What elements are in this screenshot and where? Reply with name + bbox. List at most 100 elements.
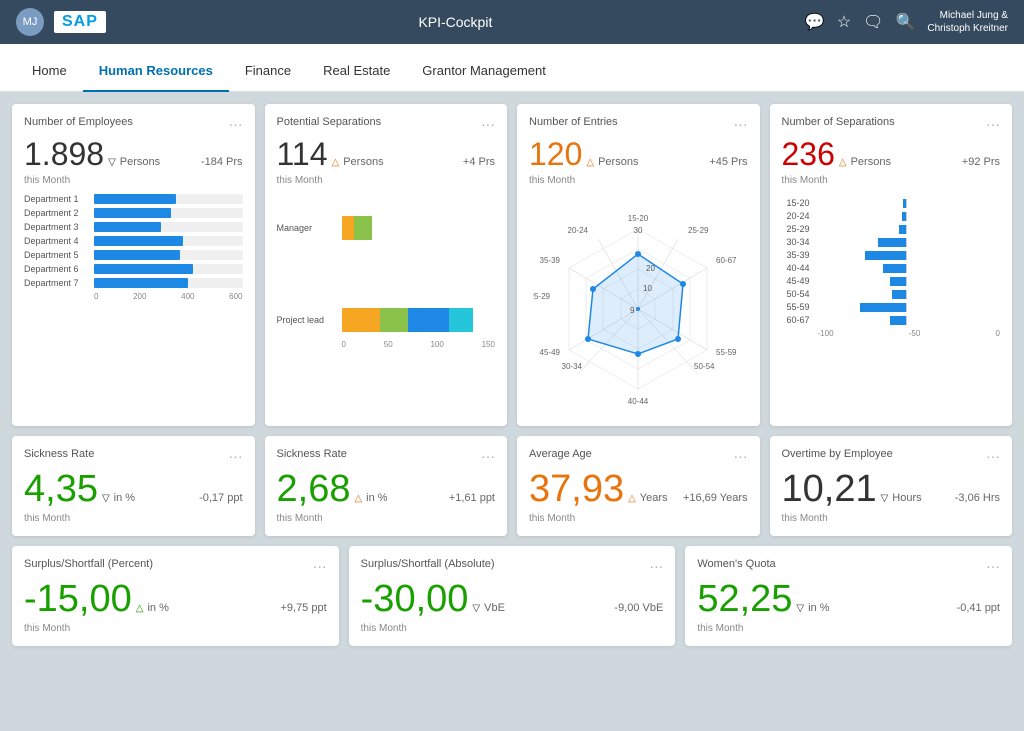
- card-title: Surplus/Shortfall (Absolute) ···: [361, 558, 664, 574]
- trend-arrow: △: [136, 603, 144, 614]
- card-options[interactable]: ···: [481, 448, 495, 464]
- header-left: MJ SAP: [16, 8, 106, 36]
- card-num-employees-title: Number of Employees ···: [24, 116, 243, 132]
- header-user: Michael Jung &Christoph Kreitner: [927, 9, 1008, 35]
- kpi-value: 37,93: [529, 468, 624, 511]
- card-pot-sep: Potential Separations ··· 114 △ Persons …: [265, 104, 508, 426]
- svg-text:20-24: 20-24: [568, 226, 589, 235]
- card-title: Average Age ···: [529, 448, 748, 464]
- dashboard: Number of Employees ··· 1.898 ▽ Persons …: [0, 92, 1024, 658]
- card-overtime: Overtime by Employee ··· 10,21 ▽ Hours -…: [770, 436, 1013, 536]
- row-2: Sickness Rate ··· 4,35 ▽ in % -0,17 ppt …: [12, 436, 1012, 536]
- card-avg-age: Average Age ··· 37,93 △ Years +16,69 Yea…: [517, 436, 760, 536]
- trend-arrow: △: [839, 157, 847, 168]
- card-title: Sickness Rate ···: [24, 448, 243, 464]
- card-womens-quota: Women's Quota ··· 52,25 ▽ in % -0,41 ppt…: [685, 546, 1012, 646]
- radar-chart: 15-20 30 60-67 55-59 50-54 40-44 45-49 3…: [529, 194, 748, 414]
- nav-real-estate[interactable]: Real Estate: [307, 51, 406, 92]
- kpi-period: this Month: [24, 175, 243, 186]
- svg-text:60-67: 60-67: [716, 256, 737, 265]
- kpi-value: 1.898: [24, 136, 104, 173]
- row-3: Surplus/Shortfall (Percent) ··· -15,00 △…: [12, 546, 1012, 646]
- header-right: 💬 ☆ 🗨 🔍 Michael Jung &Christoph Kreitner: [805, 9, 1008, 35]
- card-options[interactable]: ···: [986, 116, 1000, 132]
- card-surplus-abs: Surplus/Shortfall (Absolute) ··· -30,00 …: [349, 546, 676, 646]
- card-num-entries-title: Number of Entries ···: [529, 116, 748, 132]
- svg-text:40-44: 40-44: [628, 397, 649, 406]
- kpi-value: -15,00: [24, 578, 132, 621]
- svg-text:10: 10: [643, 284, 652, 293]
- svg-text:55-59: 55-59: [716, 348, 737, 357]
- card-surplus-pct: Surplus/Shortfall (Percent) ··· -15,00 △…: [12, 546, 339, 646]
- trend-arrow: △: [354, 493, 362, 504]
- trend-arrow: ▽: [881, 493, 889, 504]
- sap-logo: SAP: [54, 11, 106, 33]
- card-sick-rate1: Sickness Rate ··· 4,35 ▽ in % -0,17 ppt …: [12, 436, 255, 536]
- kpi-value: 236: [782, 136, 835, 173]
- svg-text:15-20: 15-20: [628, 214, 649, 223]
- kpi-delta: +92 Prs: [962, 156, 1000, 168]
- header-icons: 💬 ☆ 🗨 🔍: [805, 12, 916, 32]
- header: MJ SAP KPI-Cockpit 💬 ☆ 🗨 🔍 Michael Jung …: [0, 0, 1024, 44]
- card-options[interactable]: ···: [313, 558, 327, 574]
- star-icon[interactable]: ☆: [837, 12, 851, 32]
- trend-arrow: ▽: [102, 493, 110, 504]
- kpi-unit: Persons: [343, 156, 383, 168]
- kpi-unit: Persons: [851, 156, 891, 168]
- card-options[interactable]: ···: [986, 558, 1000, 574]
- bar-chart: Department 1 Department 2 Department 3 D…: [24, 194, 243, 301]
- trend-arrow: ▽: [472, 603, 480, 614]
- card-options[interactable]: ···: [986, 448, 1000, 464]
- kpi-value: 4,35: [24, 468, 98, 511]
- svg-text:20: 20: [646, 264, 655, 273]
- card-pot-sep-title: Potential Separations ···: [277, 116, 496, 132]
- kpi-value: 114: [277, 136, 328, 173]
- card-options[interactable]: ···: [649, 558, 663, 574]
- card-title: Surplus/Shortfall (Percent) ···: [24, 558, 327, 574]
- kpi-value: 52,25: [697, 578, 792, 621]
- avatar: MJ: [16, 8, 44, 36]
- trend-arrow: △: [586, 157, 594, 168]
- header-title: KPI-Cockpit: [418, 14, 492, 30]
- kpi-value: 10,21: [782, 468, 877, 511]
- card-options[interactable]: ···: [481, 116, 495, 132]
- svg-text:25-29: 25-29: [533, 292, 551, 301]
- kpi-value: -30,00: [361, 578, 469, 621]
- chat-icon[interactable]: 🗨: [863, 12, 883, 32]
- card-num-employees: Number of Employees ··· 1.898 ▽ Persons …: [12, 104, 255, 426]
- nav-home[interactable]: Home: [16, 51, 83, 92]
- card-sick-rate2: Sickness Rate ··· 2,68 △ in % +1,61 ppt …: [265, 436, 508, 536]
- svg-text:25-29: 25-29: [688, 226, 709, 235]
- nav-grantor-management[interactable]: Grantor Management: [406, 51, 562, 92]
- stacked-chart: Manager Project lead: [277, 216, 496, 349]
- nav-human-resources[interactable]: Human Resources: [83, 51, 229, 92]
- card-options[interactable]: ···: [734, 116, 748, 132]
- kpi-value: 2,68: [277, 468, 351, 511]
- card-num-entries: Number of Entries ··· 120 △ Persons +45 …: [517, 104, 760, 426]
- trend-arrow: △: [332, 157, 340, 168]
- trend-arrow: ▽: [796, 603, 804, 614]
- card-options[interactable]: ···: [229, 448, 243, 464]
- svg-text:30-34: 30-34: [562, 362, 583, 371]
- card-title: Women's Quota ···: [697, 558, 1000, 574]
- hbar-chart: 15-20 20-24 25-29 30-34 35-39 40-44 45-4…: [782, 198, 1001, 338]
- svg-text:30: 30: [634, 226, 643, 235]
- kpi-delta: +4 Prs: [463, 156, 495, 168]
- comment-icon[interactable]: 💬: [805, 12, 825, 32]
- card-options[interactable]: ···: [229, 116, 243, 132]
- main-nav: Home Human Resources Finance Real Estate…: [0, 44, 1024, 92]
- kpi-unit: Persons: [120, 156, 160, 168]
- search-icon[interactable]: 🔍: [895, 12, 915, 32]
- kpi-unit: Persons: [598, 156, 638, 168]
- nav-finance[interactable]: Finance: [229, 51, 307, 92]
- card-num-sep-title: Number of Separations ···: [782, 116, 1001, 132]
- card-num-sep: Number of Separations ··· 236 △ Persons …: [770, 104, 1013, 426]
- card-options[interactable]: ···: [734, 448, 748, 464]
- kpi-value: 120: [529, 136, 582, 173]
- svg-text:9: 9: [630, 306, 635, 315]
- svg-text:50-54: 50-54: [694, 362, 715, 371]
- card-title: Overtime by Employee ···: [782, 448, 1001, 464]
- row-1: Number of Employees ··· 1.898 ▽ Persons …: [12, 104, 1012, 426]
- kpi-delta: +45 Prs: [709, 156, 747, 168]
- svg-text:35-39: 35-39: [540, 256, 561, 265]
